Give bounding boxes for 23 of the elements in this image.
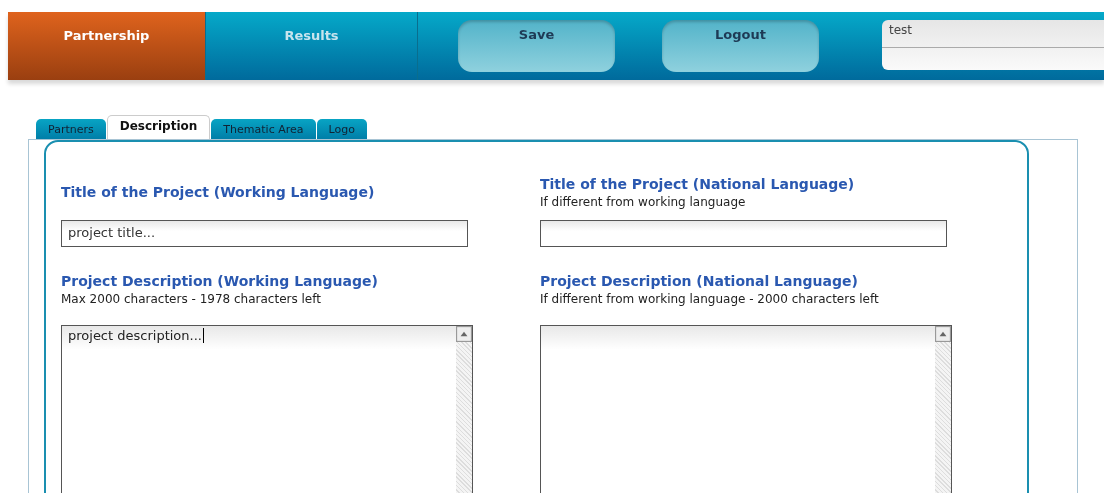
field-heading: Project Description (National Language) <box>540 272 859 289</box>
tab[interactable]: Logo <box>316 119 367 139</box>
tab[interactable]: Partners <box>36 119 106 139</box>
field-heading: Project Description (Working Language) <box>61 272 379 289</box>
textarea-field[interactable]: project description... <box>61 325 473 493</box>
scrollbar[interactable] <box>935 326 951 493</box>
scrollbar[interactable] <box>456 326 472 493</box>
field-heading: Title of the Project (Working Language) <box>61 184 376 200</box>
tab[interactable]: Thematic Area <box>211 119 316 139</box>
tab[interactable]: Description <box>106 115 211 139</box>
input-field[interactable]: project title... <box>61 220 468 247</box>
logout-button[interactable]: Logout <box>662 20 819 72</box>
save-button[interactable]: Save <box>458 20 615 72</box>
text-field[interactable]: test <box>882 20 1104 70</box>
field-hint: If different from working language - 2000 characters left <box>540 291 880 306</box>
field-hint: If different from working language <box>540 194 747 209</box>
scroll-up-icon[interactable] <box>456 326 472 342</box>
textarea-field[interactable] <box>540 325 952 493</box>
nav-tab[interactable]: Partnership <box>8 12 206 80</box>
field-heading: Title of the Project (National Language) <box>540 175 856 192</box>
field-hint: Max 2000 characters - 1978 characters left <box>61 291 322 306</box>
scroll-up-icon[interactable] <box>935 326 951 342</box>
input-field[interactable] <box>540 220 947 247</box>
